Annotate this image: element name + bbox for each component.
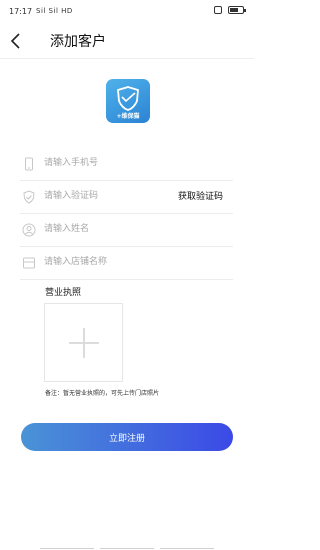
logo-label: +维保猫 [116,113,140,120]
divider [0,58,254,59]
status-icons [214,6,246,14]
store-icon [22,255,36,269]
home-indicator [0,546,254,550]
user-icon [22,222,36,237]
phone-row [20,147,233,181]
name-row [20,213,233,247]
license-upload-button[interactable] [44,303,123,382]
phone-icon [22,156,36,171]
code-row: 获取验证码 [20,180,233,214]
get-code-button[interactable]: 获取验证码 [178,189,223,202]
vibrate-icon [214,6,222,14]
code-input[interactable] [44,188,164,204]
nav-bar: 添加客户 [0,26,254,58]
status-bar: 17:17 Sil Sil HD [0,0,254,26]
phone-input[interactable] [44,155,164,171]
license-note: 备注：暂无营业执照的，可先上传门店照片 [45,390,160,397]
name-input[interactable] [44,221,164,237]
back-arrow-icon[interactable] [8,31,26,51]
shield-check-icon [22,189,36,204]
app-logo: +维保猫 [106,79,150,123]
page-title: 添加客户 [50,34,106,50]
shop-input[interactable] [44,254,164,270]
license-title: 营业执照 [45,288,82,298]
status-time: 17:17 [9,7,33,16]
signal-indicator: Sil Sil HD [36,7,73,15]
shop-row [20,246,233,280]
register-button[interactable]: 立即注册 [21,423,233,451]
battery-icon [228,6,246,14]
